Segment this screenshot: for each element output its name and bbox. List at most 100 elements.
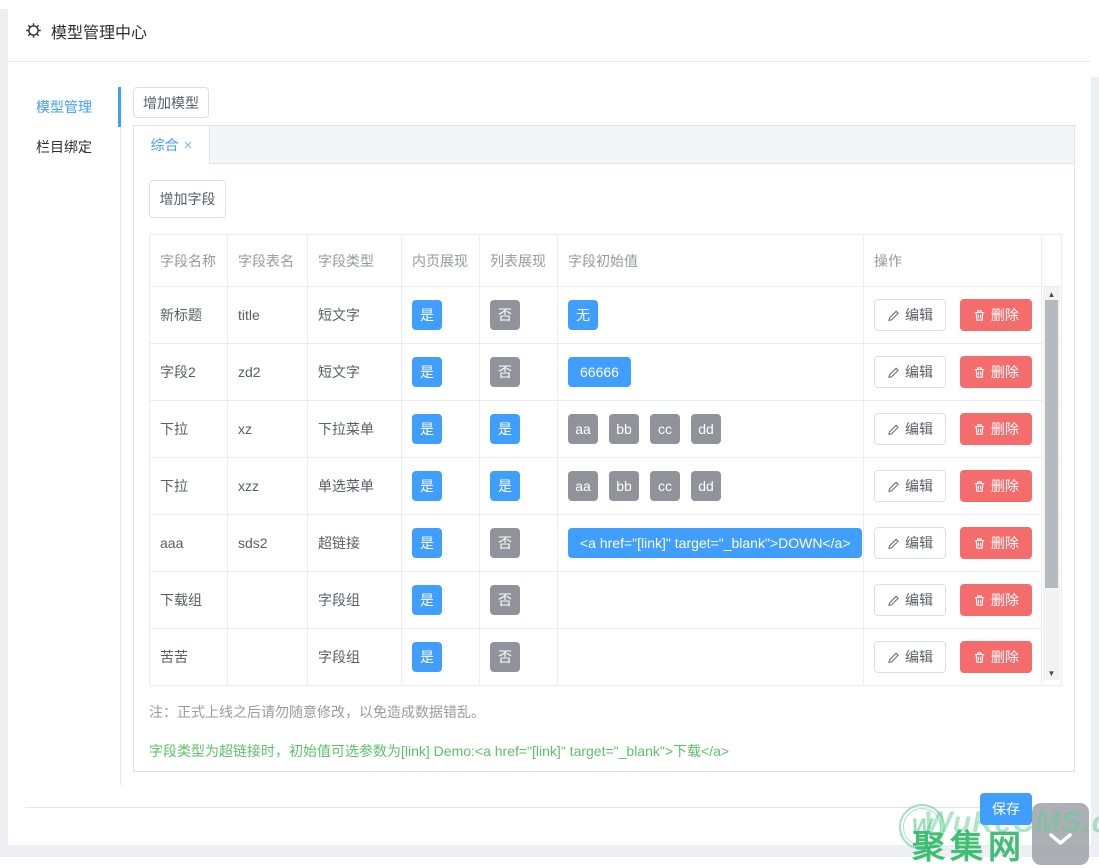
cell-field-name: 苦苦 — [150, 629, 228, 686]
table-name: xz — [238, 421, 252, 437]
cell-actions: 编辑 删除 — [864, 287, 1042, 344]
cell-table-name — [228, 629, 308, 686]
delete-button[interactable]: 删除 — [960, 584, 1032, 616]
cell-actions: 编辑 删除 — [864, 344, 1042, 401]
initial-value-group: 无 — [568, 306, 598, 322]
field-type: 短文字 — [318, 307, 360, 323]
delete-label: 删除 — [991, 419, 1019, 439]
col-scrollbar-gutter — [1042, 235, 1062, 287]
scrollbar-down-arrow-icon[interactable]: ▼ — [1043, 666, 1060, 680]
cell-initial-value — [558, 629, 864, 686]
delete-button[interactable]: 删除 — [960, 470, 1032, 502]
edit-label: 编辑 — [905, 476, 933, 496]
initial-value-badge: 无 — [568, 300, 598, 330]
scrollbar-up-arrow-icon[interactable]: ▲ — [1043, 287, 1060, 301]
initial-value-badge: aa — [568, 414, 598, 444]
initial-value-group: <a href="[link]" target="_blank">DOWN</a… — [568, 534, 862, 550]
cell-field-type: 下拉菜单 — [308, 401, 402, 458]
note-warning: 注：正式上线之后请勿随意修改，以免造成数据错乱。 — [149, 702, 1059, 722]
trash-icon — [973, 366, 986, 379]
field-type: 超链接 — [318, 535, 360, 551]
cell-initial-value: <a href="[link]" target="_blank">DOWN</a… — [558, 515, 864, 572]
delete-label: 删除 — [991, 476, 1019, 496]
table-scrollbar[interactable]: ▲ ▼ — [1043, 287, 1060, 680]
initial-value-badge: aa — [568, 471, 598, 501]
field-name: aaa — [160, 535, 183, 551]
initial-value-badge: bb — [609, 471, 639, 501]
tab-close-icon[interactable]: × — [184, 138, 193, 153]
cell-inner-display: 是 — [402, 344, 480, 401]
cell-inner-display: 是 — [402, 401, 480, 458]
edit-button[interactable]: 编辑 — [874, 356, 946, 388]
cell-initial-value: 无 — [558, 287, 864, 344]
trash-icon — [973, 309, 986, 322]
edit-button[interactable]: 编辑 — [874, 527, 946, 559]
table-name: zd2 — [238, 364, 261, 380]
col-list-display: 列表展现 — [480, 235, 558, 287]
field-name: 苦苦 — [160, 649, 188, 665]
table-body: 新标题 title 短文字 是 否 无 编辑 删除 字段2 zd2 短文字 是 — [150, 287, 1062, 686]
col-inner-display: 内页展现 — [402, 235, 480, 287]
delete-button[interactable]: 删除 — [960, 356, 1032, 388]
add-model-button[interactable]: 增加模型 — [133, 87, 209, 118]
delete-button[interactable]: 删除 — [960, 527, 1032, 559]
initial-value-badge: <a href="[link]" target="_blank">DOWN</a… — [568, 528, 862, 558]
cell-field-type: 字段组 — [308, 629, 402, 686]
page-margin-right — [1091, 77, 1099, 845]
delete-label: 删除 — [991, 362, 1019, 382]
edit-button[interactable]: 编辑 — [874, 584, 946, 616]
list-display-badge: 否 — [490, 642, 520, 672]
cell-field-type: 短文字 — [308, 287, 402, 344]
sidebar-item-model-manage[interactable]: 模型管理 — [8, 87, 120, 127]
initial-value-group: aabbccdd — [568, 420, 721, 436]
tab-zonghe[interactable]: 综合 × — [134, 126, 210, 164]
list-display-badge: 否 — [490, 528, 520, 558]
list-display-badge: 是 — [490, 414, 520, 444]
cell-table-name: xzz — [228, 458, 308, 515]
table-row: 字段2 zd2 短文字 是 否 66666 编辑 删除 — [150, 344, 1062, 401]
cell-inner-display: 是 — [402, 458, 480, 515]
edit-button[interactable]: 编辑 — [874, 299, 946, 331]
side-nav-divider — [120, 87, 121, 785]
cell-table-name: title — [228, 287, 308, 344]
cell-table-name: zd2 — [228, 344, 308, 401]
delete-button[interactable]: 删除 — [960, 641, 1032, 673]
trash-icon — [973, 423, 986, 436]
edit-button[interactable]: 编辑 — [874, 641, 946, 673]
col-initial-value: 字段初始值 — [558, 235, 864, 287]
list-display-badge: 否 — [490, 357, 520, 387]
sidebar-item-column-bind[interactable]: 栏目绑定 — [8, 127, 120, 167]
delete-button[interactable]: 删除 — [960, 413, 1032, 445]
fields-table: 字段名称 字段表名 字段类型 内页展现 列表展现 字段初始值 操作 新标题 ti… — [149, 234, 1062, 686]
initial-value-badge: cc — [650, 471, 680, 501]
cell-initial-value: aabbccdd — [558, 401, 864, 458]
pencil-icon — [887, 537, 900, 550]
edit-button[interactable]: 编辑 — [874, 413, 946, 445]
col-field-name: 字段名称 — [150, 235, 228, 287]
delete-button[interactable]: 删除 — [960, 299, 1032, 331]
note-link-hint: 字段类型为超链接时，初始值可选参数为[link] Demo:<a href="[… — [149, 741, 1059, 761]
initial-value-group: aabbccdd — [568, 477, 721, 493]
field-name: 下载组 — [160, 592, 202, 608]
add-field-button[interactable]: 增加字段 — [149, 180, 226, 218]
edit-label: 编辑 — [905, 590, 933, 610]
cell-list-display: 否 — [480, 287, 558, 344]
field-name: 下拉 — [160, 478, 188, 494]
table-row: 下拉 xzz 单选菜单 是 是 aabbccdd 编辑 删除 — [150, 458, 1062, 515]
edit-label: 编辑 — [905, 419, 933, 439]
save-button[interactable]: 保存 — [980, 793, 1032, 825]
cell-initial-value: 66666 — [558, 344, 864, 401]
tab-label: 综合 — [151, 135, 179, 155]
cell-inner-display: 是 — [402, 629, 480, 686]
edit-button[interactable]: 编辑 — [874, 470, 946, 502]
scrollbar-thumb[interactable] — [1045, 300, 1058, 588]
trash-icon — [973, 480, 986, 493]
table-row: 下载组 字段组 是 否 编辑 删除 — [150, 572, 1062, 629]
cell-inner-display: 是 — [402, 572, 480, 629]
cell-inner-display: 是 — [402, 287, 480, 344]
scroll-down-button[interactable] — [1032, 803, 1089, 865]
page-margin-bottom — [0, 845, 1099, 857]
cell-table-name: xz — [228, 401, 308, 458]
list-display-badge: 否 — [490, 585, 520, 615]
col-table-name: 字段表名 — [228, 235, 308, 287]
